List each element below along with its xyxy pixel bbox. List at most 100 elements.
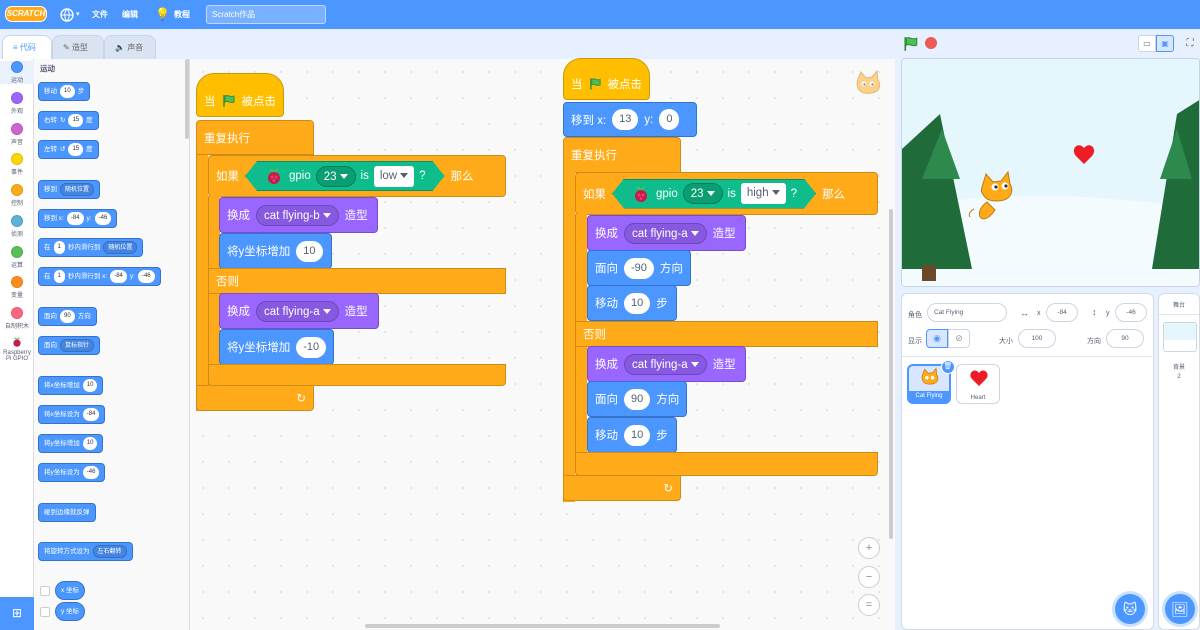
- sprite-y-input[interactable]: -46: [1115, 303, 1147, 322]
- change-y-block[interactable]: 将y坐标增加 -10: [219, 329, 334, 365]
- stage-thumbnail[interactable]: [1163, 322, 1197, 352]
- move-block[interactable]: 移动 10 步: [38, 82, 91, 101]
- goto-block[interactable]: 移到 随机位置: [38, 180, 101, 199]
- category-6[interactable]: 侦测: [0, 215, 34, 238]
- tab-code[interactable]: ≡ 代码: [2, 35, 52, 60]
- point-direction-block[interactable]: 面向 -90 方向: [587, 250, 691, 286]
- costume-dropdown[interactable]: cat flying-a: [256, 300, 339, 322]
- category-7[interactable]: 运算: [0, 246, 34, 269]
- category-3[interactable]: 声音: [0, 123, 34, 146]
- glide-xy-block[interactable]: 在 1 秒内滑行到 x: -84 y: -46: [38, 267, 161, 286]
- x-input[interactable]: 13: [612, 109, 639, 130]
- when-flag-clicked-hat[interactable]: 当 被点击: [563, 58, 650, 100]
- switch-costume-block[interactable]: 换成 cat flying-a 造型: [219, 293, 379, 329]
- costume-dropdown[interactable]: cat flying-a: [624, 353, 707, 375]
- change-x-block[interactable]: 将x坐标增加 10: [38, 376, 104, 395]
- set-y-block[interactable]: 将y坐标设为 -46: [38, 463, 106, 482]
- set-x-block[interactable]: 将x坐标设为 -84: [38, 405, 106, 424]
- point-direction-block[interactable]: 面向 90 方向: [38, 307, 97, 326]
- category-2[interactable]: 外观: [0, 92, 34, 115]
- add-sprite-button[interactable]: 🐱: [1115, 594, 1145, 624]
- fullscreen-button[interactable]: ⛶: [1182, 35, 1198, 52]
- costume-dropdown[interactable]: cat flying-a: [624, 222, 707, 244]
- steps-input[interactable]: 10: [624, 424, 651, 446]
- hide-sprite-button[interactable]: ⊘: [948, 329, 970, 348]
- switch-costume-block[interactable]: 换成 cat flying-a 造型: [587, 215, 746, 251]
- sprite-size-input[interactable]: 100: [1018, 329, 1056, 348]
- menu-file[interactable]: 文件: [92, 0, 108, 29]
- small-stage-button[interactable]: ▭: [1138, 35, 1156, 52]
- turn-right-block[interactable]: 右转 ↻ 15 度: [38, 111, 99, 130]
- when-flag-clicked-hat[interactable]: 当 被点击: [196, 73, 284, 117]
- change-y-block[interactable]: 将y坐标增加 10: [38, 434, 104, 453]
- category-10[interactable]: Raspberry Pi GPIO: [0, 336, 34, 362]
- tab-costumes[interactable]: ✎ 造型: [52, 35, 104, 60]
- bounce-block[interactable]: 碰到边缘就反弹: [38, 503, 96, 522]
- zoom-in-button[interactable]: +: [858, 537, 880, 559]
- tab-sounds[interactable]: 🔈 声音: [104, 35, 156, 60]
- category-4[interactable]: 事件: [0, 153, 34, 176]
- move-steps-block[interactable]: 移动 10 步: [587, 285, 677, 321]
- y-input[interactable]: 0: [659, 109, 680, 130]
- zoom-out-button[interactable]: −: [858, 566, 880, 588]
- delete-sprite-button[interactable]: 🗑: [941, 360, 955, 374]
- green-flag-icon[interactable]: [903, 36, 919, 52]
- y-position-checkbox[interactable]: [40, 607, 50, 617]
- scratch-logo[interactable]: SCRATCH: [5, 6, 47, 22]
- globe-icon[interactable]: [60, 0, 74, 29]
- turn-left-block[interactable]: 左转 ↺ 15 度: [38, 140, 99, 159]
- steps-input[interactable]: 10: [624, 292, 651, 314]
- forever-block[interactable]: 重复执行: [563, 137, 681, 173]
- workspace-scrollbar-vertical[interactable]: [889, 209, 893, 539]
- sprite-tile-heart[interactable]: Heart: [956, 364, 1000, 404]
- menu-tutorials[interactable]: 教程: [174, 0, 190, 29]
- state-dropdown[interactable]: low: [374, 166, 414, 187]
- palette-scrollbar[interactable]: [185, 59, 189, 139]
- stage-target-pane[interactable]: 舞台 背景 2 🖼: [1158, 293, 1200, 630]
- sprite-tile-cat-flying[interactable]: Cat Flying 🗑: [907, 360, 955, 404]
- category-8[interactable]: 变量: [0, 276, 34, 299]
- stop-icon[interactable]: [925, 37, 937, 49]
- change-y-input[interactable]: 10: [296, 240, 323, 262]
- x-position-reporter[interactable]: x 坐标: [55, 581, 86, 600]
- sprite-direction-input[interactable]: 90: [1106, 329, 1144, 348]
- point-direction-block[interactable]: 面向 90 方向: [587, 381, 687, 417]
- costume-dropdown[interactable]: cat flying-b: [256, 204, 339, 226]
- add-backdrop-button[interactable]: 🖼: [1165, 594, 1195, 624]
- if-else-block[interactable]: 如果 gpio 23 is low ? 那么: [208, 155, 506, 197]
- point-towards-block[interactable]: 面向 鼠标指针: [38, 336, 101, 355]
- y-position-reporter[interactable]: y 坐标: [55, 602, 86, 621]
- zoom-reset-button[interactable]: =: [858, 594, 880, 616]
- workspace-scrollbar-horizontal[interactable]: [365, 624, 720, 628]
- gpio-condition[interactable]: gpio 23 is low ?: [245, 161, 445, 191]
- glide-random-block[interactable]: 在 1 秒内滑行到 随机位置: [38, 238, 144, 257]
- forever-block[interactable]: 重复执行: [196, 120, 314, 155]
- extension-button[interactable]: ⊞: [0, 597, 34, 630]
- category-9[interactable]: 自制积木: [0, 307, 34, 330]
- pin-dropdown[interactable]: 23: [683, 183, 723, 204]
- move-steps-block[interactable]: 移动 10 步: [587, 417, 677, 453]
- category-5[interactable]: 控制: [0, 184, 34, 207]
- stage-canvas[interactable]: [901, 58, 1200, 287]
- script-workspace[interactable]: 当 被点击 重复执行 ↻ 如果 gpio 23 is low ? 那么 换成 c…: [190, 58, 895, 630]
- rotation-style-block[interactable]: 将旋转方式设为 左右翻转: [38, 542, 133, 561]
- direction-input[interactable]: -90: [624, 257, 654, 279]
- state-dropdown[interactable]: high: [741, 183, 786, 204]
- project-title-input[interactable]: Scratch作品: [206, 5, 326, 24]
- menu-edit[interactable]: 编辑: [122, 0, 138, 29]
- x-position-checkbox[interactable]: [40, 586, 50, 596]
- show-sprite-button[interactable]: ◉: [926, 329, 948, 348]
- gotoxy-block[interactable]: 移到 x: -84 y: -46: [38, 209, 118, 228]
- change-y-block[interactable]: 将y坐标增加 10: [219, 233, 332, 269]
- category-1[interactable]: 运动: [0, 61, 34, 84]
- sprite-name-input[interactable]: Cat Flying: [927, 303, 1007, 322]
- switch-costume-block[interactable]: 换成 cat flying-a 造型: [587, 346, 746, 382]
- if-else-block[interactable]: 如果 gpio 23 is high ? 那么: [575, 172, 878, 215]
- sprite-x-input[interactable]: -84: [1046, 303, 1078, 322]
- gpio-condition[interactable]: gpio 23 is high ?: [612, 179, 816, 209]
- large-stage-button[interactable]: ▣: [1156, 35, 1174, 52]
- change-y-input[interactable]: -10: [296, 336, 327, 358]
- switch-costume-block[interactable]: 换成 cat flying-b 造型: [219, 197, 378, 233]
- goto-xy-block[interactable]: 移到 x: 13 y: 0: [563, 102, 697, 137]
- pin-dropdown[interactable]: 23: [316, 166, 356, 187]
